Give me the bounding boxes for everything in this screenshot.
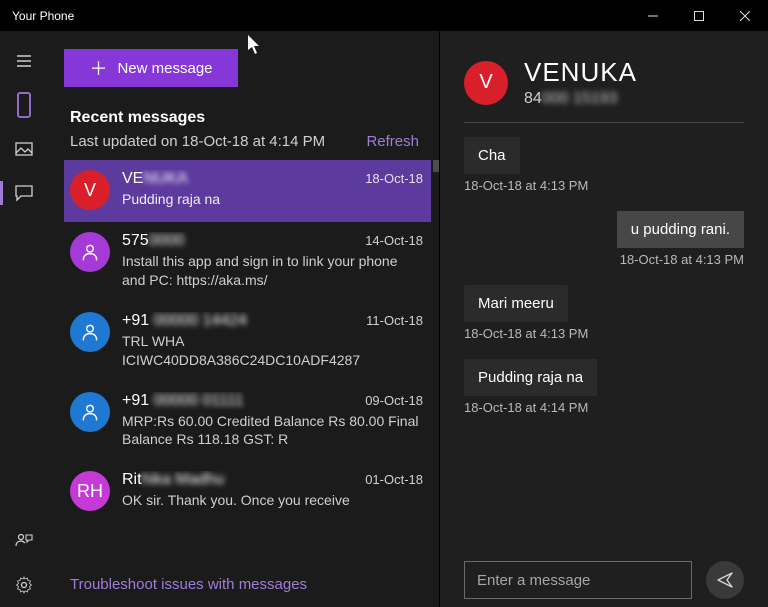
- conversation-date: 18-Oct-18: [365, 171, 423, 186]
- gear-icon: [15, 576, 33, 594]
- conversation-date: 01-Oct-18: [365, 472, 423, 487]
- incoming-message: Cha 18-Oct-18 at 4:13 PM: [464, 137, 744, 193]
- avatar: [70, 232, 110, 272]
- conversation-date: 09-Oct-18: [365, 393, 423, 408]
- new-message-label: New message: [117, 60, 212, 77]
- window-title: Your Phone: [12, 9, 74, 23]
- message-bubble: Pudding raja na: [464, 359, 597, 396]
- avatar: V: [70, 170, 110, 210]
- avatar: RH: [70, 471, 110, 511]
- nav-rail: [0, 31, 48, 607]
- conversation-item[interactable]: 5750000 14-Oct-18 Install this app and sig…: [64, 222, 431, 302]
- nav-photos[interactable]: [0, 127, 48, 171]
- conversation-list[interactable]: V VENUKA 18-Oct-18 Pudding raja na 5750000 14…: [64, 160, 439, 564]
- conversation-date: 14-Oct-18: [365, 233, 423, 248]
- conversation-preview: Install this app and sign in to link you…: [122, 252, 423, 290]
- conversation-name: Rithika Madhu: [122, 471, 357, 489]
- message-timestamp: 18-Oct-18 at 4:13 PM: [464, 252, 744, 267]
- plus-icon: ＋: [89, 55, 107, 81]
- avatar: [70, 312, 110, 352]
- conversation-name: +91 00000 14424: [122, 312, 358, 330]
- conversation-item[interactable]: +91 00000 01111 09-Oct-18 MRP:Rs 60.00 Cre…: [64, 382, 431, 462]
- message-timestamp: 18-Oct-18 at 4:13 PM: [464, 326, 744, 341]
- phone-icon: [17, 92, 31, 118]
- avatar: [70, 392, 110, 432]
- conversation-name: 5750000: [122, 232, 357, 250]
- chat-header: V VENUKA 84000 15193: [464, 57, 744, 123]
- conversation-item[interactable]: +91 00000 14424 11-Oct-18 TRL WHA ICIWC40D…: [64, 302, 431, 382]
- troubleshoot-link[interactable]: Troubleshoot issues with messages: [64, 564, 439, 607]
- messages-icon: [15, 184, 33, 202]
- message-input[interactable]: [464, 561, 692, 599]
- message-bubble: Cha: [464, 137, 520, 174]
- title-bar: Your Phone: [0, 0, 768, 31]
- chat-contact-name: VENUKA: [524, 57, 637, 88]
- incoming-message: Pudding raja na 18-Oct-18 at 4:14 PM: [464, 359, 744, 415]
- chat-panel: V VENUKA 84000 15193 Cha 18-Oct-18 at 4:1…: [439, 31, 768, 607]
- nav-phone[interactable]: [0, 83, 48, 127]
- message-timestamp: 18-Oct-18 at 4:13 PM: [464, 178, 744, 193]
- conversation-list-panel: ＋ New message Recent messages Last updat…: [48, 31, 439, 607]
- close-button[interactable]: [722, 0, 768, 31]
- message-bubble: Mari meeru: [464, 285, 568, 322]
- conversation-preview: MRP:Rs 60.00 Credited Balance Rs 80.00 F…: [122, 412, 423, 450]
- feedback-icon: [15, 532, 33, 550]
- conversation-preview: Pudding raja na: [122, 190, 423, 209]
- chat-avatar: V: [464, 61, 508, 105]
- message-bubble: u pudding rani.: [617, 211, 744, 248]
- chat-contact-number: 84000 15193: [524, 90, 637, 108]
- conversation-name: VENUKA: [122, 170, 357, 188]
- conversation-preview: TRL WHA ICIWC40DD8A386C24DC10ADF4287: [122, 332, 423, 370]
- message-input-row: [464, 551, 744, 599]
- nav-messages[interactable]: [0, 171, 48, 215]
- last-updated-text: Last updated on 18-Oct-18 at 4:14 PM: [70, 133, 366, 150]
- app-body: ＋ New message Recent messages Last updat…: [0, 31, 768, 607]
- hamburger-button[interactable]: [0, 39, 48, 83]
- incoming-message: Mari meeru 18-Oct-18 at 4:13 PM: [464, 285, 744, 341]
- send-icon: [716, 571, 734, 589]
- recent-messages-header: Recent messages: [70, 109, 205, 127]
- send-button[interactable]: [706, 561, 744, 599]
- nav-settings[interactable]: [0, 563, 48, 607]
- conversation-item[interactable]: RH Rithika Madhu 01-Oct-18 OK sir. Thank yo…: [64, 461, 431, 523]
- new-message-button[interactable]: ＋ New message: [64, 49, 238, 87]
- message-timestamp: 18-Oct-18 at 4:14 PM: [464, 400, 744, 415]
- refresh-link[interactable]: Refresh: [366, 133, 419, 150]
- conversation-item[interactable]: V VENUKA 18-Oct-18 Pudding raja na: [64, 160, 431, 222]
- photos-icon: [15, 140, 33, 158]
- conversation-name: +91 00000 01111: [122, 392, 357, 410]
- conversation-preview: OK sir. Thank you. Once you receive: [122, 491, 423, 510]
- nav-feedback[interactable]: [0, 519, 48, 563]
- outgoing-message: u pudding rani. 18-Oct-18 at 4:13 PM: [464, 211, 744, 267]
- chat-messages[interactable]: Cha 18-Oct-18 at 4:13 PM u pudding rani. 18…: [464, 123, 744, 551]
- maximize-button[interactable]: [676, 0, 722, 31]
- conversation-date: 11-Oct-18: [366, 313, 423, 328]
- minimize-button[interactable]: [630, 0, 676, 31]
